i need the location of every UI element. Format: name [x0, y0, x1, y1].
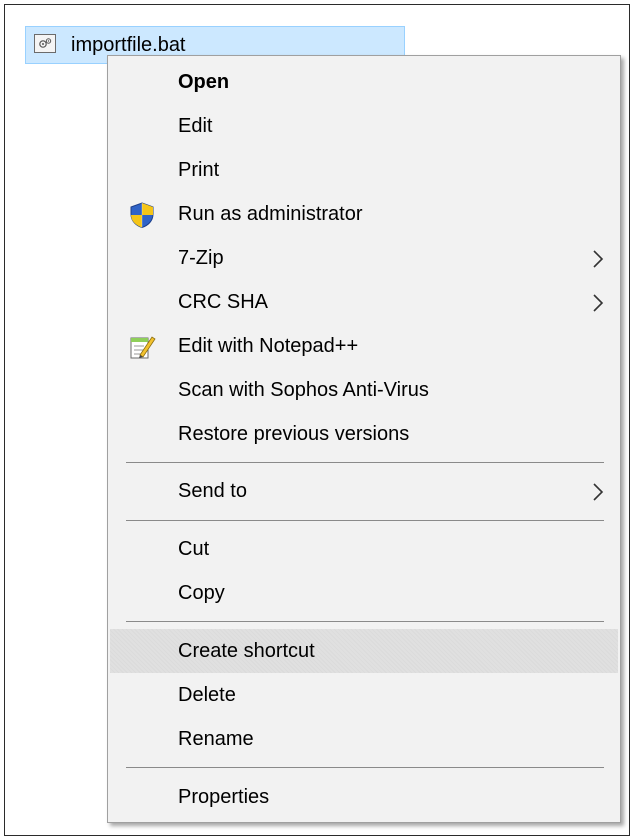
notepad-plus-plus-icon: [128, 333, 156, 361]
menu-item-rename[interactable]: Rename: [110, 717, 618, 761]
menu-item-copy[interactable]: Copy: [110, 571, 618, 615]
menu-item-label: Copy: [178, 582, 225, 604]
menu-item-restore-previous-versions[interactable]: Restore previous versions: [110, 412, 618, 456]
file-name: importfile.bat: [71, 34, 186, 56]
menu-item-properties[interactable]: Properties: [110, 775, 618, 819]
menu-separator: [126, 767, 604, 768]
menu-item-create-shortcut[interactable]: Create shortcut: [110, 629, 618, 673]
menu-separator: [126, 621, 604, 622]
menu-item-send-to[interactable]: Send to: [110, 469, 618, 513]
menu-item-print[interactable]: Print: [110, 148, 618, 192]
menu-separator: [126, 520, 604, 521]
uac-shield-icon: [128, 201, 156, 229]
menu-item-scan-with-sophos[interactable]: Scan with Sophos Anti-Virus: [110, 368, 618, 412]
menu-item-label: Run as administrator: [178, 203, 363, 225]
menu-item-label: Properties: [178, 786, 270, 808]
menu-item-label: Print: [178, 159, 220, 181]
menu-item-label: Rename: [178, 728, 254, 750]
chevron-right-icon: [592, 249, 604, 269]
menu-item-label: Scan with Sophos Anti-Virus: [178, 379, 429, 401]
menu-item-run-as-administrator[interactable]: Run as administrator: [110, 192, 618, 236]
menu-item-label: 7-Zip: [178, 247, 224, 269]
menu-item-open[interactable]: Open: [110, 60, 618, 104]
batch-file-icon: [34, 34, 56, 53]
menu-item-label: Edit: [178, 115, 213, 137]
menu-item-label: CRC SHA: [178, 291, 269, 313]
menu-item-label: Edit with Notepad++: [178, 335, 359, 357]
menu-item-delete[interactable]: Delete: [110, 673, 618, 717]
menu-item-label: Cut: [178, 538, 210, 560]
menu-item-label: Send to: [178, 480, 247, 502]
chevron-right-icon: [592, 482, 604, 502]
menu-item-label: Restore previous versions: [178, 423, 410, 445]
menu-item-cut[interactable]: Cut: [110, 527, 618, 571]
menu-item-label: Open: [178, 71, 230, 93]
context-menu: Open Edit Print Run as administrator 7-Z…: [107, 55, 621, 823]
menu-separator: [126, 462, 604, 463]
menu-item-label: Create shortcut: [178, 640, 315, 662]
menu-item-label: Delete: [178, 684, 236, 706]
menu-item-edit[interactable]: Edit: [110, 104, 618, 148]
chevron-right-icon: [592, 293, 604, 313]
menu-item-7zip[interactable]: 7-Zip: [110, 236, 618, 280]
menu-item-crc-sha[interactable]: CRC SHA: [110, 280, 618, 324]
menu-item-edit-with-notepad[interactable]: Edit with Notepad++: [110, 324, 618, 368]
